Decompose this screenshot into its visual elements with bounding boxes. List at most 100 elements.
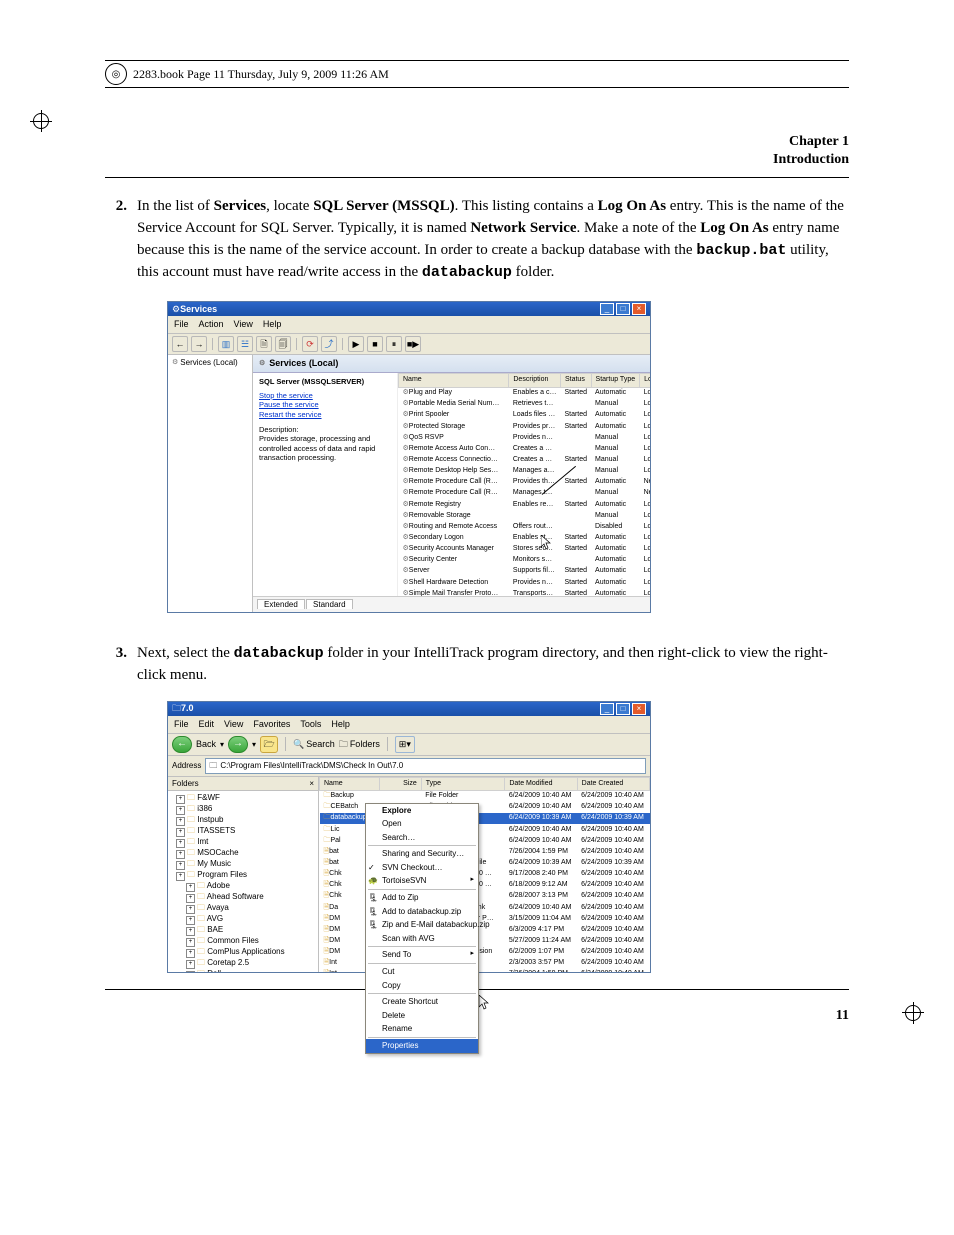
tree-item[interactable]: +🗀 Imt <box>172 837 316 848</box>
file-list[interactable]: Name Size Type Date Modified Date Create… <box>319 777 650 972</box>
menu-item[interactable]: 🗜Add to Zip <box>366 891 478 905</box>
service-row[interactable]: ⚙Portable Media Serial Num…Retrieves t…M… <box>399 399 651 410</box>
col-name[interactable]: Name <box>399 374 509 387</box>
tab-extended[interactable]: Extended <box>257 599 305 609</box>
back-label[interactable]: Back <box>196 738 216 751</box>
menu-item[interactable]: 🗜Zip and E-Mail databackup.zip <box>366 918 478 932</box>
menu-help[interactable]: Help <box>263 318 282 331</box>
menu-item[interactable]: Scan with AVG <box>366 932 478 946</box>
menu-item[interactable]: ✓SVN Checkout… <box>366 861 478 875</box>
back-button[interactable]: ← <box>172 736 192 753</box>
toolbar-icon[interactable]: ☱ <box>237 336 253 352</box>
col-startup[interactable]: Startup Type <box>591 374 640 387</box>
tree-item[interactable]: +🗀 i386 <box>172 804 316 815</box>
col-name[interactable]: Name <box>320 777 380 790</box>
tree-item[interactable]: +🗀 Coretap 2.5 <box>172 958 316 969</box>
back-button[interactable]: ← <box>172 336 188 352</box>
stop-service-link[interactable]: Stop the service <box>259 391 391 400</box>
maximize-button[interactable]: □ <box>616 703 630 715</box>
close-pane-button[interactable]: × <box>309 778 314 790</box>
service-row[interactable]: ⚙Protected StorageProvides pr…StartedAut… <box>399 421 651 432</box>
col-logon[interactable]: Log On As <box>640 374 650 387</box>
tree-item[interactable]: +🗀 BAE <box>172 925 316 936</box>
tree-item[interactable]: +🗀 F&WF <box>172 793 316 804</box>
col-description[interactable]: Description <box>509 374 561 387</box>
pause-service-link[interactable]: Pause the service <box>259 400 391 409</box>
menu-item[interactable]: 🐢TortoiseSVN▸ <box>366 874 478 888</box>
titlebar[interactable]: ⚙ Services _ □ × <box>168 302 650 316</box>
tree-item[interactable]: +🗀 Dell <box>172 969 316 972</box>
search-button[interactable]: 🔍Search <box>293 738 335 751</box>
tree-item[interactable]: +🗀 Adobe <box>172 881 316 892</box>
menu-file[interactable]: File <box>174 318 189 331</box>
service-row[interactable]: ⚙QoS RSVPProvides n…ManualLocal System <box>399 432 651 443</box>
tree-item[interactable]: +🗀 ITASSETS <box>172 826 316 837</box>
refresh-button[interactable]: ⟳ <box>302 336 318 352</box>
folders-button[interactable]: 🗀Folders <box>339 738 380 751</box>
tab-standard[interactable]: Standard <box>306 599 352 609</box>
menu-action[interactable]: Action <box>199 318 224 331</box>
address-field[interactable]: 🗀 C:\Program Files\IntelliTrack\DMS\Chec… <box>205 758 646 774</box>
tree-item[interactable]: +🗀 ComPlus Applications <box>172 947 316 958</box>
col-type[interactable]: Type <box>421 777 505 790</box>
service-row[interactable]: ⚙Secondary LogonEnables st…StartedAutoma… <box>399 532 651 543</box>
service-row[interactable]: ⚙Remote Desktop Help Ses…Manages a…Manua… <box>399 466 651 477</box>
toolbar-icon[interactable]: 🗐 <box>275 336 291 352</box>
menu-item[interactable]: 🗜Add to databackup.zip <box>366 905 478 919</box>
tree-item[interactable]: +🗀 Avaya <box>172 903 316 914</box>
col-status[interactable]: Status <box>560 374 591 387</box>
menu-item[interactable]: Sharing and Security… <box>366 847 478 861</box>
folder-tree[interactable]: +🗀 F&WF+🗀 i386+🗀 Instpub+🗀 ITASSETS+🗀 Im… <box>168 791 318 972</box>
tree-item[interactable]: +🗀 My Music <box>172 859 316 870</box>
service-row[interactable]: ⚙Security CenterMonitors s…AutomaticLoca… <box>399 555 651 566</box>
service-row[interactable]: ⚙Remote RegistryEnables re…StartedAutoma… <box>399 499 651 510</box>
menu-item[interactable]: Send To▸ <box>366 948 478 962</box>
up-button[interactable]: 🗁 <box>260 736 278 753</box>
titlebar[interactable]: 🗀 7.0 _ □ × <box>168 702 650 716</box>
restart-button[interactable]: ■▶ <box>405 336 421 352</box>
tree-item[interactable]: +🗀 Common Files <box>172 936 316 947</box>
context-menu[interactable]: ExploreOpenSearch…Sharing and Security…✓… <box>365 803 479 972</box>
tree-root[interactable]: Services (Local) <box>180 357 237 369</box>
service-row[interactable]: ⚙Remote Access Auto Con…Creates a …Manua… <box>399 443 651 454</box>
toolbar-icon[interactable]: ▥ <box>218 336 234 352</box>
tree-item[interactable]: +🗀 Ahead Software <box>172 892 316 903</box>
stop-button[interactable]: ■ <box>367 336 383 352</box>
minimize-button[interactable]: _ <box>600 703 614 715</box>
maximize-button[interactable]: □ <box>616 303 630 315</box>
menu-favorites[interactable]: Favorites <box>253 718 290 731</box>
service-row[interactable]: ⚙Remote Access Connectio…Creates a …Star… <box>399 454 651 465</box>
minimize-button[interactable]: _ <box>600 303 614 315</box>
menu-view[interactable]: View <box>224 718 243 731</box>
view-button[interactable]: ⊞▾ <box>395 736 415 753</box>
service-row[interactable]: ⚙Plug and PlayEnables a c…StartedAutomat… <box>399 387 651 399</box>
menu-item[interactable]: Search… <box>366 831 478 845</box>
col-size[interactable]: Size <box>380 777 422 790</box>
tree-item[interactable]: +🗀 MSOCache <box>172 848 316 859</box>
toolbar-icon[interactable]: 🗎 <box>256 336 272 352</box>
service-row[interactable]: ⚙Print SpoolerLoads files …StartedAutoma… <box>399 410 651 421</box>
col-created[interactable]: Date Created <box>577 777 649 790</box>
tree-item[interactable]: +🗀 Instpub <box>172 815 316 826</box>
services-list[interactable]: Name Description Status Startup Type Log… <box>397 373 650 595</box>
service-row[interactable]: ⚙ServerSupports fil…StartedAutomaticLoca… <box>399 566 651 577</box>
service-row[interactable]: ⚙Remote Procedure Call (R…Provides th…St… <box>399 477 651 488</box>
menu-view[interactable]: View <box>234 318 253 331</box>
tree-item[interactable]: +🗀 Program Files <box>172 870 316 881</box>
tree-item[interactable]: +🗀 AVG <box>172 914 316 925</box>
col-modified[interactable]: Date Modified <box>505 777 577 790</box>
menu-item[interactable]: Explore <box>366 804 478 818</box>
service-row[interactable]: ⚙Remote Procedure Call (R…Manages t…Manu… <box>399 488 651 499</box>
file-row[interactable]: 🗀BackupFile Folder6/24/2009 10:40 AM6/24… <box>320 790 650 802</box>
restart-service-link[interactable]: Restart the service <box>259 410 391 419</box>
forward-button[interactable]: → <box>228 736 248 753</box>
menu-help[interactable]: Help <box>331 718 350 731</box>
close-button[interactable]: × <box>632 303 646 315</box>
menu-item[interactable]: Cut <box>366 965 478 972</box>
service-row[interactable]: ⚙Routing and Remote AccessOffers rout…Di… <box>399 521 651 532</box>
menu-file[interactable]: File <box>174 718 189 731</box>
pause-button[interactable]: ⏸ <box>386 336 402 352</box>
forward-button[interactable]: → <box>191 336 207 352</box>
service-row[interactable]: ⚙Removable StorageManualLocal System <box>399 510 651 521</box>
export-button[interactable]: ⤴ <box>321 336 337 352</box>
